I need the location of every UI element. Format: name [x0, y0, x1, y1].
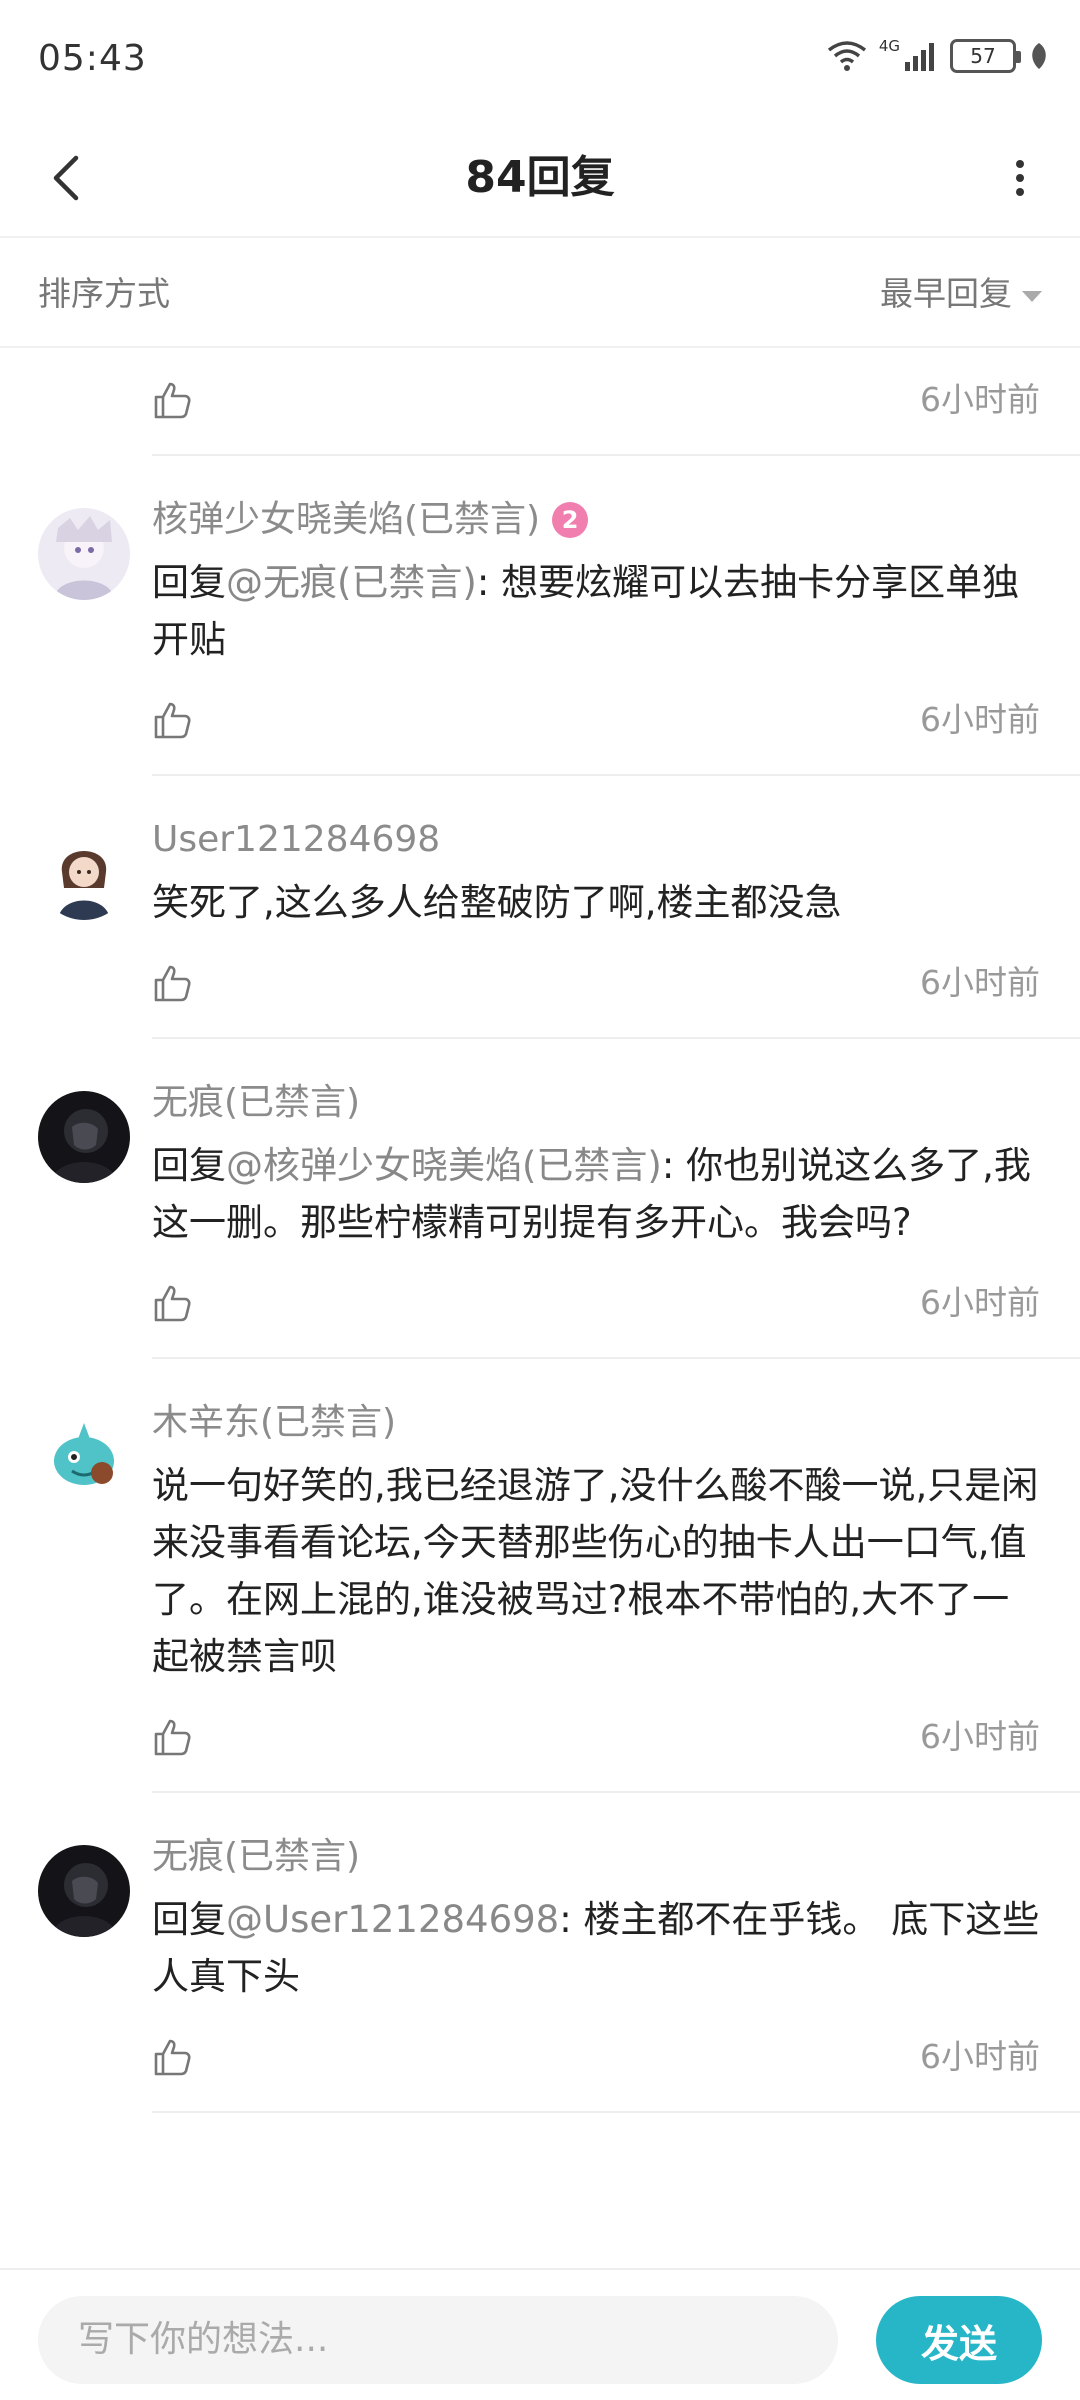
comment-meta: 6小时前 — [152, 941, 1080, 1037]
avatar[interactable] — [38, 1411, 130, 1503]
comment-meta: 6小时前 — [152, 1695, 1080, 1791]
thumbs-up-icon — [154, 702, 191, 739]
username-text: 核弹少女晓美焰(已禁言) — [152, 499, 541, 540]
comment-item: 核弹少女晓美焰(已禁言) 2 回复@无痕(已禁言): 想要炫耀可以去抽卡分享区单… — [38, 456, 1080, 776]
signal-icon — [905, 43, 934, 71]
thumbs-up-icon — [154, 2039, 191, 2076]
reply-prefix: 回复 — [152, 1898, 226, 1941]
comment-content: 说一句好笑的,我已经退游了,没什么酸不酸一说,只是闲来没事看看论坛,今天替那些伤… — [152, 1457, 1080, 1685]
comment-item: User121284698 笑死了,这么多人给整破防了啊,楼主都没急 6小时前 — [38, 776, 1080, 1039]
reply-input[interactable]: 写下你的想法... — [38, 2296, 838, 2384]
comment-meta: 6小时前 — [152, 678, 1080, 774]
mention-link[interactable]: @User121284698 — [226, 1898, 559, 1941]
thumbs-up-icon — [154, 965, 191, 1002]
comment-text: 笑死了,这么多人给整破防了啊,楼主都没急 — [152, 881, 842, 924]
username-text: 无痕(已禁言) — [152, 1836, 361, 1877]
like-button[interactable] — [146, 957, 198, 1009]
network-type: 4G — [878, 37, 900, 55]
like-button[interactable] — [146, 2031, 198, 2083]
reply-input-bar: 写下你的想法... 发送 — [0, 2268, 1080, 2400]
header: 84回复 — [0, 118, 1080, 238]
comment-time: 6小时前 — [920, 963, 1040, 1002]
comment-item-partial: 6小时前 — [152, 350, 1080, 456]
status-bar: 05:43 4G 57 — [0, 0, 1080, 118]
username[interactable]: 木辛东(已禁言) — [152, 1399, 1080, 1447]
comment-content: 回复@核弹少女晓美焰(已禁言): 你也别说这么多了,我这一删。那些柠檬精可别提有… — [152, 1137, 1080, 1251]
send-button[interactable]: 发送 — [876, 2296, 1042, 2384]
username[interactable]: User121284698 — [152, 816, 1080, 864]
username[interactable]: 无痕(已禁言) — [152, 1833, 1080, 1881]
comment-time: 6小时前 — [920, 2037, 1040, 2076]
page-title: 84回复 — [465, 152, 615, 203]
comment-item: 无痕(已禁言) 回复@核弹少女晓美焰(已禁言): 你也别说这么多了,我这一删。那… — [38, 1039, 1080, 1359]
like-button[interactable] — [146, 694, 198, 746]
avatar[interactable] — [38, 508, 130, 600]
comment-content: 回复@User121284698: 楼主都不在乎钱。 底下这些人真下头 — [152, 1891, 1080, 2005]
thumbs-up-icon — [154, 382, 191, 419]
sort-dropdown[interactable]: 最早回复 — [880, 270, 1042, 318]
reply-prefix: 回复 — [152, 1144, 226, 1187]
leaf-icon — [1032, 43, 1046, 69]
comment-content: 回复@无痕(已禁言): 想要炫耀可以去抽卡分享区单独开贴 — [152, 554, 1080, 668]
username-text: 木辛东(已禁言) — [152, 1402, 397, 1443]
comment-meta: 6小时前 — [152, 350, 1080, 454]
comment-time: 6小时前 — [920, 1717, 1040, 1756]
username[interactable]: 无痕(已禁言) — [152, 1079, 1080, 1127]
wifi-icon — [827, 41, 866, 71]
more-options-button[interactable] — [990, 140, 1050, 216]
mention-link[interactable]: @无痕(已禁言) — [226, 561, 477, 604]
status-time: 05:43 — [38, 38, 147, 79]
status-icons: 4G 57 — [827, 36, 1050, 76]
comment-item: 木辛东(已禁言) 说一句好笑的,我已经退游了,没什么酸不酸一说,只是闲来没事看看… — [38, 1359, 1080, 1793]
mention-link[interactable]: @核弹少女晓美焰(已禁言) — [226, 1144, 662, 1187]
caret-down-icon — [1022, 290, 1042, 302]
sort-bar: 排序方式 最早回复 — [0, 240, 1080, 348]
battery-indicator: 57 — [950, 39, 1021, 73]
thumbs-up-icon — [154, 1285, 191, 1322]
like-button[interactable] — [146, 1277, 198, 1329]
comment-list[interactable]: 6小时前 核弹少女晓美焰(已禁言) 2 回复@无痕(已禁言): 想要炫耀可以去抽… — [0, 350, 1080, 2268]
like-button[interactable] — [146, 1711, 198, 1763]
username[interactable]: 核弹少女晓美焰(已禁言) 2 — [152, 496, 1080, 544]
comment-meta: 6小时前 — [152, 2015, 1080, 2111]
more-vertical-icon — [1016, 160, 1024, 196]
thumbs-up-icon — [154, 1719, 191, 1756]
username-text: 无痕(已禁言) — [152, 1082, 361, 1123]
comment-meta: 6小时前 — [152, 1261, 1080, 1357]
comment-content: 笑死了,这么多人给整破防了啊,楼主都没急 — [152, 874, 1080, 931]
avatar[interactable] — [38, 1091, 130, 1183]
like-button[interactable] — [146, 374, 198, 426]
sort-selected-value: 最早回复 — [880, 274, 1012, 313]
comment-text: 说一句好笑的,我已经退游了,没什么酸不酸一说,只是闲来没事看看论坛,今天替那些伤… — [152, 1464, 1039, 1678]
sort-label: 排序方式 — [38, 274, 170, 313]
comment-item: 无痕(已禁言) 回复@User121284698: 楼主都不在乎钱。 底下这些人… — [38, 1793, 1080, 2113]
avatar[interactable] — [38, 828, 130, 920]
level-badge: 2 — [552, 502, 589, 538]
comment-time: 6小时前 — [920, 380, 1040, 419]
username-text: User121284698 — [152, 819, 441, 860]
comment-time: 6小时前 — [920, 700, 1040, 739]
reply-prefix: 回复 — [152, 561, 226, 604]
avatar[interactable] — [38, 1845, 130, 1937]
comment-time: 6小时前 — [920, 1283, 1040, 1322]
